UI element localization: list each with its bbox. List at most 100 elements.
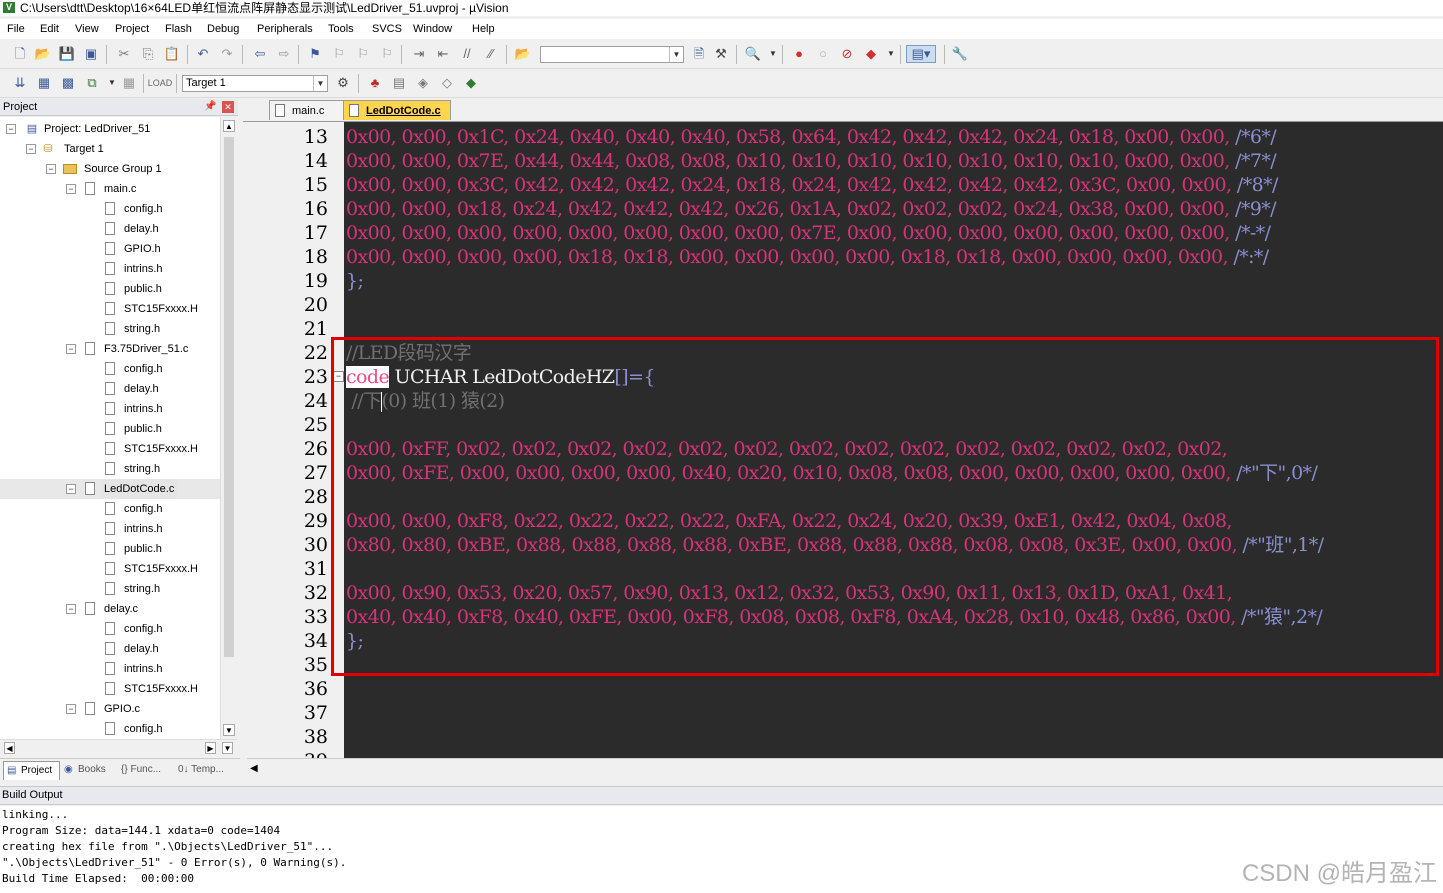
clear-bookmarks-icon[interactable]: ⚐ bbox=[378, 45, 396, 63]
tree-horizontal-scrollbar[interactable]: ◀ ▶ ▼ bbox=[0, 739, 237, 756]
save-icon[interactable]: 💾 bbox=[58, 45, 76, 63]
manage-project-items-icon[interactable]: ♣ bbox=[366, 74, 384, 92]
paste-icon[interactable]: 📋 bbox=[163, 45, 181, 63]
line-number: 27 bbox=[303, 462, 328, 484]
pack-installer-icon[interactable]: ◇ bbox=[438, 74, 456, 92]
close-icon[interactable]: ✕ bbox=[222, 101, 234, 113]
debug-dropdown-icon[interactable]: ▼ bbox=[764, 45, 782, 63]
window-title: C:\Users\dtt\Desktop\16×64LED单红恒流点阵屏静态显示… bbox=[20, 1, 509, 15]
menu-peripherals[interactable]: Peripherals bbox=[257, 22, 313, 36]
breakpoint-icon[interactable]: ● bbox=[790, 45, 808, 63]
project-icon: ▤ bbox=[26, 123, 38, 135]
incremental-find-icon[interactable]: ⚒ bbox=[712, 45, 730, 63]
h-file-icon bbox=[105, 422, 115, 435]
prev-bookmark-icon[interactable]: ⚐ bbox=[330, 45, 348, 63]
line-number: 18 bbox=[303, 246, 328, 268]
output-line: Build Time Elapsed: 00:00:00 bbox=[2, 872, 195, 885]
batch-build-icon[interactable]: ⧉ bbox=[83, 74, 101, 92]
menu-help[interactable]: Help bbox=[472, 22, 495, 36]
nav-back-icon[interactable]: ⇦ bbox=[251, 45, 269, 63]
menu-svcs[interactable]: SVCS bbox=[372, 22, 402, 36]
line-number: 14 bbox=[303, 150, 328, 172]
line-number: 22 bbox=[303, 342, 328, 364]
line-number: 37 bbox=[303, 702, 328, 724]
scroll-left-icon[interactable]: ◀ bbox=[250, 763, 258, 774]
uncomment-icon[interactable]: ⁄⁄ bbox=[482, 45, 500, 63]
line-number: 19 bbox=[303, 270, 328, 292]
menu-flash[interactable]: Flash bbox=[165, 22, 192, 36]
tab-templates[interactable]: 0↓ Temp... bbox=[178, 761, 236, 779]
comment-icon[interactable]: // bbox=[458, 45, 476, 63]
save-all-icon[interactable]: ▣ bbox=[82, 45, 100, 63]
menu-project[interactable]: Project bbox=[115, 22, 149, 36]
find-icon[interactable]: 🗎 bbox=[690, 45, 708, 63]
unindent-icon[interactable]: ⇤ bbox=[434, 45, 452, 63]
batch-dropdown-icon[interactable]: ▼ bbox=[103, 74, 121, 92]
scroll-down-icon[interactable]: ▼ bbox=[223, 724, 235, 736]
undo-icon[interactable]: ↶ bbox=[194, 45, 212, 63]
tree-vertical-scrollbar[interactable]: ▲ ▼ bbox=[220, 117, 238, 739]
tab-leddotcode-c[interactable]: LedDotCode.c bbox=[343, 100, 451, 120]
scroll-right-icon[interactable]: ▶ bbox=[205, 742, 216, 754]
c-file-icon bbox=[85, 482, 95, 495]
scrollbar-thumb[interactable] bbox=[224, 137, 234, 657]
target-select[interactable]: Target 1 ▼ bbox=[182, 75, 328, 92]
menu-view[interactable]: View bbox=[75, 22, 99, 36]
open-folder-icon[interactable]: 📂 bbox=[34, 45, 52, 63]
tab-project[interactable]: ▤ Project bbox=[3, 761, 60, 780]
pin-icon[interactable]: 📌 bbox=[204, 99, 216, 115]
kill-breakpoints-icon[interactable]: ◆ bbox=[862, 45, 880, 63]
tree-file-c-selected[interactable]: − LedDotCode.c bbox=[0, 479, 220, 499]
indent-icon[interactable]: ⇥ bbox=[410, 45, 428, 63]
menu-edit[interactable]: Edit bbox=[40, 22, 59, 36]
menu-window[interactable]: Window bbox=[413, 22, 452, 36]
disable-breakpoint-icon[interactable]: ○ bbox=[814, 45, 832, 63]
editor-horizontal-scrollbar[interactable]: ◀ bbox=[247, 758, 1443, 779]
project-panel-title: Project bbox=[3, 101, 38, 113]
menu-tools[interactable]: Tools bbox=[328, 22, 354, 36]
h-file-icon bbox=[105, 542, 115, 555]
nav-forward-icon[interactable]: ⇨ bbox=[275, 45, 293, 63]
line-number: 32 bbox=[303, 582, 328, 604]
download-load-icon[interactable]: LOAD bbox=[148, 74, 173, 92]
disable-all-breakpoints-icon[interactable]: ⊘ bbox=[838, 45, 856, 63]
line-number: 16 bbox=[303, 198, 328, 220]
new-file-icon[interactable]: 🗋 bbox=[11, 45, 29, 63]
code-line: 0x00, 0x00, 0x00, 0x00, 0x00, 0x00, 0x00… bbox=[346, 222, 1271, 244]
find-in-files-icon[interactable]: 📂 bbox=[514, 45, 532, 63]
stop-build-icon[interactable]: ▦ bbox=[120, 74, 138, 92]
tab-functions[interactable]: {} Func... bbox=[121, 761, 175, 779]
menu-file[interactable]: File bbox=[7, 22, 25, 36]
line-number: 31 bbox=[303, 558, 328, 580]
window-layout-icon[interactable]: ▤▾ bbox=[906, 45, 936, 63]
scroll-left-icon[interactable]: ◀ bbox=[4, 742, 15, 754]
select-packs-icon[interactable]: ▤ bbox=[390, 74, 408, 92]
software-packs-icon[interactable]: ◆ bbox=[462, 74, 480, 92]
translate-icon[interactable]: ⇊ bbox=[11, 74, 29, 92]
folder-icon bbox=[63, 164, 77, 174]
next-bookmark-icon[interactable]: ⚐ bbox=[354, 45, 372, 63]
tab-books[interactable]: ◉ Books bbox=[61, 761, 118, 779]
rebuild-icon[interactable]: ▩ bbox=[59, 74, 77, 92]
scroll-up-icon[interactable]: ▲ bbox=[223, 120, 235, 132]
build-output-header: Build Output bbox=[0, 786, 1443, 805]
bookmark-icon[interactable]: ⚑ bbox=[306, 45, 324, 63]
build-icon[interactable]: ▦ bbox=[35, 74, 53, 92]
scroll-down-icon[interactable]: ▼ bbox=[222, 742, 233, 754]
line-number: 35 bbox=[303, 654, 328, 676]
h-file-icon bbox=[105, 222, 115, 235]
target-options-icon[interactable]: ⚙ bbox=[334, 74, 352, 92]
menu-debug[interactable]: Debug bbox=[207, 22, 239, 36]
project-tree: − ▤ Project: LedDriver_51 − ⛁ Target 1 − Sour… bbox=[0, 117, 220, 739]
build-output-title: Build Output bbox=[2, 789, 63, 801]
debug-session-icon[interactable]: 🔍 bbox=[744, 45, 762, 63]
copy-icon[interactable]: ⎘ bbox=[139, 45, 157, 63]
redo-icon[interactable]: ↷ bbox=[218, 45, 236, 63]
breakpoint-dropdown-icon[interactable]: ▼ bbox=[882, 45, 900, 63]
find-combo[interactable]: ▼ bbox=[540, 46, 684, 63]
line-number-gutter: 13 14 15 16 17 18 19 20 21 22 23 24 25 2… bbox=[243, 122, 331, 758]
configure-icon[interactable]: 🔧 bbox=[951, 45, 969, 63]
cut-icon[interactable]: ✂ bbox=[115, 45, 133, 63]
file-icon bbox=[275, 104, 285, 117]
manage-rte-icon[interactable]: ◈ bbox=[414, 74, 432, 92]
